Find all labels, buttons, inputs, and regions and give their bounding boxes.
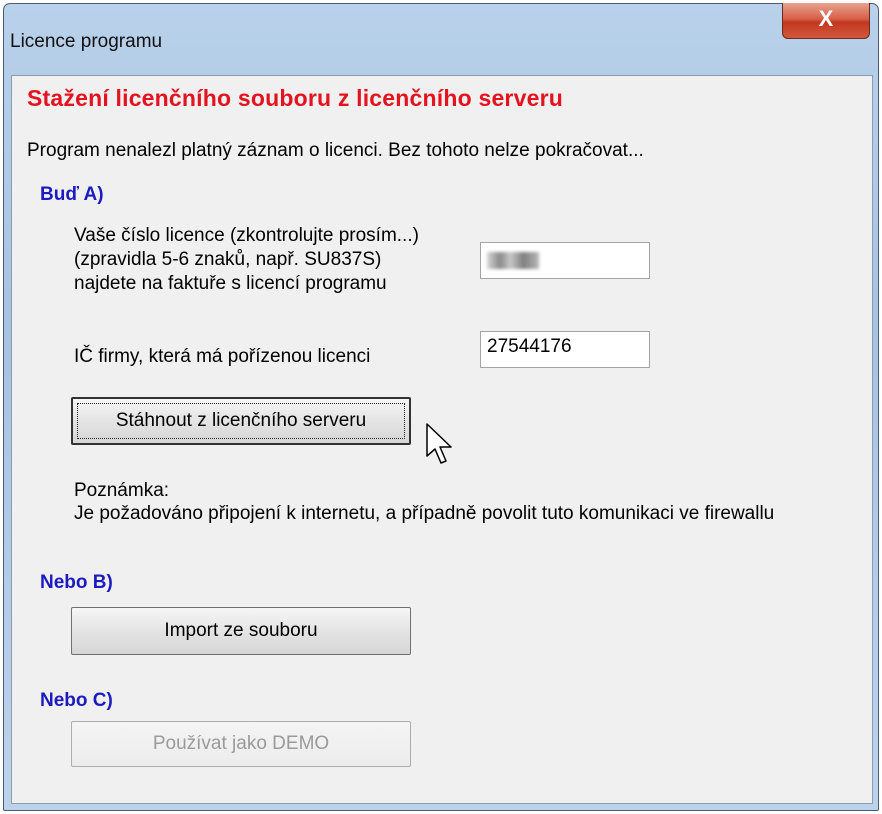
note-title: Poznámka: (74, 480, 170, 501)
window-title: Licence programu (10, 31, 163, 52)
import-button-label: Import ze souboru (164, 620, 318, 641)
option-c-title: Nebo C) (40, 690, 113, 711)
license-number-input[interactable] (480, 242, 650, 279)
option-a-title: Buď A) (40, 184, 104, 205)
mouse-pointer-icon (426, 423, 452, 464)
page-heading: Stažení licenčního souboru z licenčního … (27, 85, 563, 111)
redacted-license-value (487, 252, 539, 269)
import-from-file-button[interactable]: Import ze souboru (71, 607, 411, 655)
demo-button-label: Používat jako DEMO (152, 733, 330, 754)
license-label: Vaše číslo licence (zkontrolujte prosím.… (74, 224, 419, 296)
download-button-label: Stáhnout z licenčního serveru (115, 410, 367, 431)
license-label-line2: (zpravidla 5-6 znaků, např. SU837S) (74, 249, 382, 270)
intro-text: Program nenalezl platný záznam o licenci… (27, 140, 644, 161)
note-text: Je požadováno připojení k internetu, a p… (74, 503, 775, 524)
license-label-line3: najdete na faktuře s licencí programu (74, 273, 387, 294)
close-icon: X (818, 6, 834, 31)
download-from-server-button[interactable]: Stáhnout z licenčního serveru (71, 397, 411, 445)
use-as-demo-button[interactable]: Používat jako DEMO (71, 721, 411, 767)
license-label-line1: Vaše číslo licence (zkontrolujte prosím.… (74, 225, 419, 246)
ico-input[interactable]: 27544176 (480, 331, 650, 368)
close-button[interactable]: X (782, 3, 870, 39)
ico-label: IČ firmy, která má pořízenou licenci (74, 346, 371, 367)
option-b-title: Nebo B) (40, 572, 113, 593)
